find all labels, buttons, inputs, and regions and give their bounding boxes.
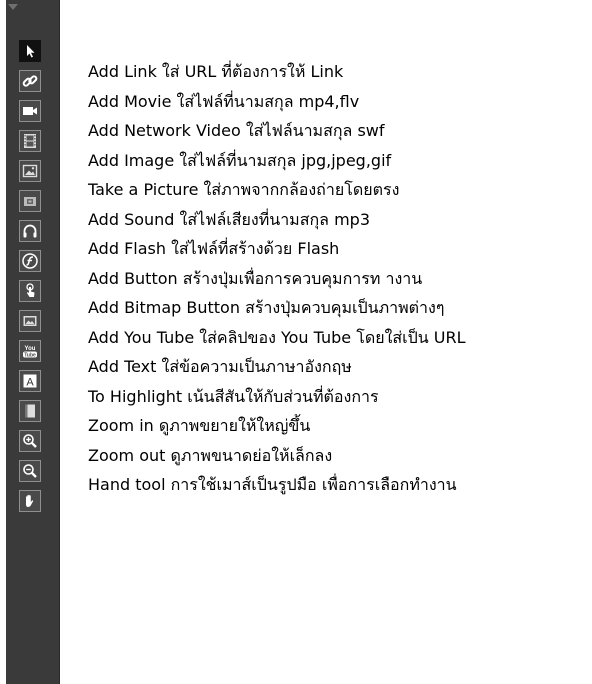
tool-descriptions: Add Link ใส่ URL ที่ต้องการให้ Link Add … <box>88 57 588 500</box>
text-icon-letter: A <box>26 377 34 389</box>
tool-add-image[interactable] <box>6 156 59 186</box>
tool-description: Add Movie ใส่ไฟล์ที่นามสกุล mp4,flv <box>88 91 360 111</box>
selection-arrow-icon[interactable] <box>19 40 41 62</box>
tool-description: Hand tool การใช้เมาส์เป็นรูปมือ เพื่อการ… <box>88 475 457 494</box>
tool-description: Take a Picture ใส่ภาพจากกล้องถ่ายโดยตรง <box>88 180 400 199</box>
tool-hand[interactable] <box>6 486 59 516</box>
tool-zoom-in[interactable] <box>6 426 59 456</box>
tool-add-network-video[interactable] <box>6 126 59 156</box>
tool-description: Zoom out ดูภาพขนาดย่อให้เล็กลง <box>88 445 333 465</box>
tool-description: Zoom in ดูภาพขยายให้ใหญ่ขึ้น <box>88 416 311 435</box>
tool-description: Add Sound ใส่ไฟล์เสียงที่นามสกุล mp3 <box>88 209 370 229</box>
tool-list: You Tube A <box>6 36 59 516</box>
tool-add-movie[interactable] <box>6 96 59 126</box>
tool-description: Add You Tube ใส่คลิปของ You Tube โดยใส่เ… <box>88 327 466 347</box>
tool-palette: You Tube A <box>6 0 60 684</box>
headphones-icon[interactable] <box>19 220 41 242</box>
text-icon[interactable]: A <box>19 370 41 392</box>
tool-add-bitmap-button[interactable] <box>6 306 59 336</box>
tool-highlight[interactable] <box>6 396 59 426</box>
tool-description: Add Button สร้างปุ่มเพื่อการควบคุมการท า… <box>88 268 423 288</box>
highlight-icon[interactable] <box>19 400 41 422</box>
image-icon[interactable] <box>19 160 41 182</box>
film-strip-icon[interactable] <box>19 130 41 152</box>
youtube-icon[interactable]: You Tube <box>19 340 41 362</box>
hand-tool-icon[interactable] <box>19 490 41 512</box>
tool-description: Add Text ใส่ข้อความเป็นภาษาอังกฤษ <box>88 357 352 376</box>
zoom-in-icon[interactable] <box>19 430 41 452</box>
tool-description: Add Link ใส่ URL ที่ต้องการให้ Link <box>88 62 344 81</box>
youtube-icon-top-text: You <box>25 346 36 352</box>
tool-add-button[interactable] <box>6 276 59 306</box>
zoom-out-icon[interactable] <box>19 460 41 482</box>
tool-add-link[interactable] <box>6 66 59 96</box>
tool-description: Add Flash ใส่ไฟล์ที่สร้างด้วย Flash <box>88 239 340 258</box>
tool-selection[interactable] <box>6 36 59 66</box>
tool-add-text[interactable]: A <box>6 366 59 396</box>
tool-add-flash[interactable] <box>6 246 59 276</box>
tool-description: Add Network Video ใส่ไฟล์นามสกุล swf <box>88 121 385 140</box>
tool-take-picture[interactable] <box>6 186 59 216</box>
tool-add-youtube[interactable]: You Tube <box>6 336 59 366</box>
button-hand-icon[interactable] <box>19 280 41 302</box>
flash-icon[interactable] <box>19 250 41 272</box>
tool-description: Add Bitmap Button สร้างปุ่มควบคุมเป็นภาพ… <box>88 298 445 317</box>
link-icon[interactable] <box>19 70 41 92</box>
tool-description: To Highlight เน้นสีสันให้กับส่วนที่ต้องก… <box>88 386 379 406</box>
video-camera-icon[interactable] <box>19 100 41 122</box>
tool-add-sound[interactable] <box>6 216 59 246</box>
collapse-arrow-icon[interactable] <box>8 4 18 10</box>
tool-description: Add Image ใส่ไฟล์ที่นามสกุล jpg,jpeg,gif <box>88 150 392 170</box>
bitmap-button-icon[interactable] <box>19 310 41 332</box>
palette-header <box>6 0 59 32</box>
camera-icon[interactable] <box>19 190 41 212</box>
tool-zoom-out[interactable] <box>6 456 59 486</box>
youtube-icon-bottom-text: Tube <box>24 352 36 358</box>
